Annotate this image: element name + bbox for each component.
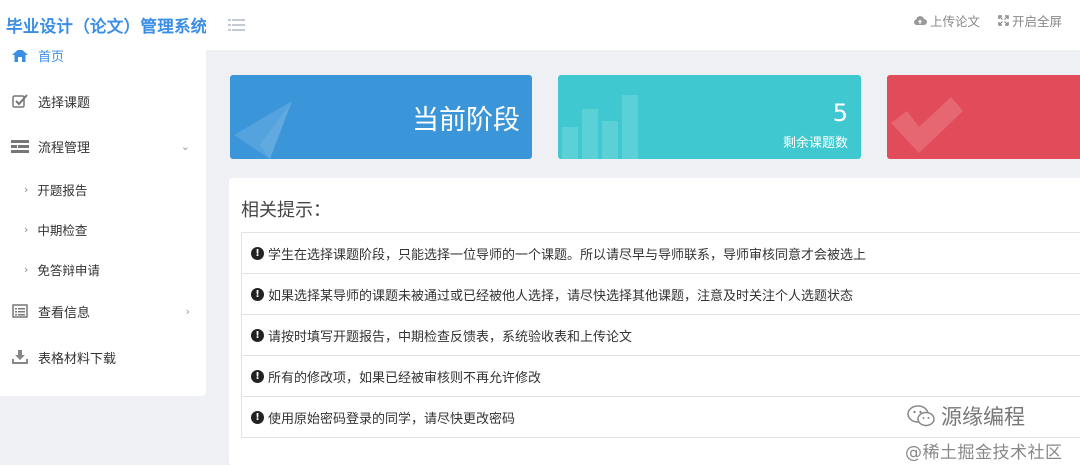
stage-title: 当前阶段 — [412, 105, 520, 136]
document-icon — [0, 304, 38, 318]
exclamation-icon: ! — [251, 328, 264, 342]
expand-icon — [998, 14, 1009, 26]
chevron-right-icon: › — [185, 304, 190, 318]
sidebar-item-select-topic[interactable]: 选择课题 — [0, 86, 206, 116]
chevron-right-icon: › — [24, 182, 29, 196]
sidebar-item-label: 查看信息 — [38, 305, 91, 321]
tip-text: 如果选择某导师的课题未被通过或已经被他人选择，请尽快选择其他课题，注意及时关注个… — [268, 288, 854, 304]
sidebar-item-download[interactable]: 表格材料下载 — [0, 342, 206, 372]
sidebar-item-view-info[interactable]: 查看信息 › — [0, 296, 206, 326]
download-icon — [0, 350, 38, 364]
checkbox-icon — [0, 94, 38, 108]
tip-item: ! 如果选择某导师的课题未被通过或已经被他人选择，请尽快选择其他课题，注意及时关… — [242, 274, 1080, 315]
menu-toggle-button[interactable] — [216, 10, 256, 40]
exclamation-icon: ! — [251, 369, 264, 383]
remaining-topics-card[interactable]: 5 剩余课题数 — [558, 75, 861, 159]
sidebar: 首页 选择课题 流程管理 ⌄ › 开题报告 › 中期检查 › 免答辩申请 查看信… — [0, 50, 206, 396]
chevron-down-icon: ⌄ — [180, 139, 190, 153]
exclamation-icon: ! — [251, 410, 264, 424]
watermark-channel: 源缘编程 — [907, 401, 1025, 431]
sidebar-item-process[interactable]: 流程管理 ⌄ — [0, 131, 206, 161]
tip-text: 所有的修改项，如果已经被审核则不再允许修改 — [268, 370, 542, 386]
tip-text: 请按时填写开题报告，中期检查反馈表，系统验收表和上传论文 — [268, 329, 633, 345]
sidebar-item-label: 首页 — [38, 50, 65, 65]
remaining-count: 5 — [832, 99, 848, 127]
sidebar-subitem-label: 免答辩申请 — [37, 262, 100, 278]
fullscreen-label: 开启全屏 — [1011, 13, 1062, 29]
watermark-site: @稀土掘金技术社区 — [905, 443, 1063, 463]
hamburger-icon — [227, 18, 245, 31]
top-header: 毕业设计（论文）管理系统 上传论文 开启全屏 — [0, 0, 1080, 50]
upload-thesis-link[interactable]: 上传论文 — [913, 11, 980, 30]
list-icon — [0, 139, 38, 153]
remaining-label: 剩余课题数 — [782, 136, 848, 151]
send-icon — [234, 101, 292, 159]
tip-item: ! 请按时填写开题报告，中期检查反馈表，系统验收表和上传论文 — [242, 315, 1080, 356]
sidebar-item-home[interactable]: 首页 — [0, 50, 206, 65]
sidebar-subitem-label: 中期检查 — [37, 222, 88, 238]
exclamation-icon: ! — [251, 287, 264, 301]
exclamation-icon: ! — [251, 246, 264, 260]
current-stage-card[interactable]: 当前阶段 — [230, 75, 532, 159]
wechat-icon — [907, 405, 935, 427]
check-icon — [891, 97, 963, 153]
tip-item: ! 所有的修改项，如果已经被审核则不再允许修改 — [242, 356, 1080, 397]
sidebar-subitem-midterm[interactable]: › 中期检查 — [0, 214, 206, 244]
sidebar-item-label: 表格材料下载 — [38, 351, 117, 367]
tip-text: 使用原始密码登录的同学，请尽快更改密码 — [268, 411, 516, 427]
chevron-right-icon: › — [24, 262, 29, 276]
bar-chart-icon — [562, 95, 638, 159]
tip-item: ! 学生在选择课题阶段，只能选择一位导师的一个课题。所以请尽早与导师联系，导师审… — [242, 233, 1080, 274]
sidebar-item-label: 流程管理 — [38, 140, 91, 156]
sidebar-subitem-proposal[interactable]: › 开题报告 — [0, 174, 206, 204]
cloud-upload-icon — [914, 15, 927, 25]
fullscreen-link[interactable]: 开启全屏 — [998, 11, 1062, 30]
tip-text: 学生在选择课题阶段，只能选择一位导师的一个课题。所以请尽早与导师联系，导师审核同… — [268, 247, 867, 263]
status-card[interactable] — [887, 75, 1080, 159]
watermark-channel-name: 源缘编程 — [941, 405, 1025, 429]
tips-title: 相关提示： — [241, 200, 331, 221]
sidebar-item-label: 选择课题 — [38, 95, 91, 111]
home-icon — [0, 50, 38, 62]
chevron-right-icon: › — [24, 222, 29, 236]
upload-thesis-label: 上传论文 — [929, 13, 980, 29]
sidebar-subitem-exemption[interactable]: › 免答辩申请 — [0, 254, 206, 284]
sidebar-subitem-label: 开题报告 — [37, 182, 88, 198]
app-title[interactable]: 毕业设计（论文）管理系统 — [0, 13, 206, 37]
